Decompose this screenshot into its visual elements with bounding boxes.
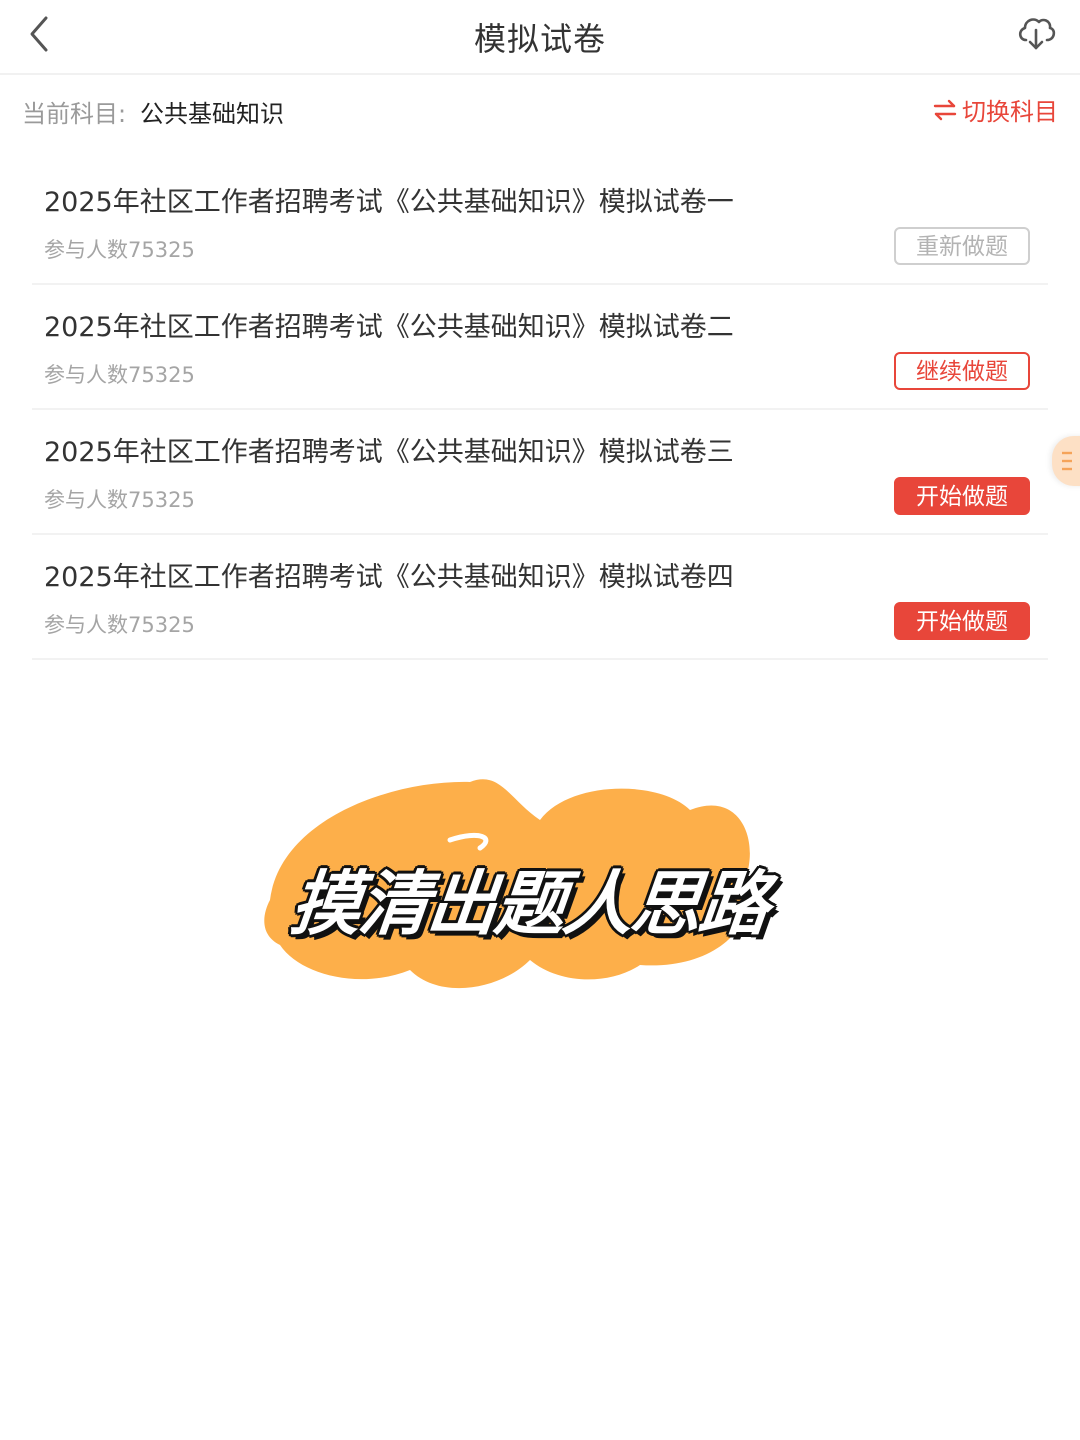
exam-title[interactable]: 2025年社区工作者招聘考试《公共基础知识》模拟试卷二 — [44, 305, 734, 344]
exam-title[interactable]: 2025年社区工作者招聘考试《公共基础知识》模拟试卷四 — [44, 555, 734, 594]
exam-title[interactable]: 2025年社区工作者招聘考试《公共基础知识》模拟试卷一 — [44, 180, 734, 219]
page-title: 模拟试卷 — [473, 20, 606, 58]
exam-title[interactable]: 2025年社区工作者招聘考试《公共基础知识》模拟试卷三 — [44, 430, 734, 469]
participant-count: 参与人数75325 — [44, 363, 195, 387]
participant-count: 参与人数75325 — [44, 613, 195, 637]
page: 模拟试卷 当前科目: 公共基础知识 切换科目 2025年社区工作者招聘考试《公共… — [0, 0, 1080, 1440]
continue-button[interactable]: 继续做题 — [894, 352, 1030, 390]
floating-side-tab[interactable] — [1052, 436, 1080, 486]
top-navbar: 模拟试卷 — [0, 0, 1080, 75]
exam-list: 2025年社区工作者招聘考试《公共基础知识》模拟试卷一 参与人数75325 重新… — [32, 160, 1048, 660]
switch-subject-label: 切换科目 — [962, 98, 1058, 126]
cloud-download-icon — [1018, 18, 1056, 50]
subject-label: 当前科目: — [22, 100, 127, 128]
participant-count: 参与人数75325 — [44, 238, 195, 262]
caption-overlay: 摸清出题人思路 — [240, 760, 820, 1010]
exam-item[interactable]: 2025年社区工作者招聘考试《公共基础知识》模拟试卷一 参与人数75325 重新… — [32, 160, 1048, 285]
start-button[interactable]: 开始做题 — [894, 477, 1030, 515]
exam-item[interactable]: 2025年社区工作者招聘考试《公共基础知识》模拟试卷四 参与人数75325 开始… — [32, 535, 1048, 660]
caption-text: 摸清出题人思路 — [287, 863, 772, 945]
download-button[interactable] — [1014, 10, 1058, 54]
redo-button[interactable]: 重新做题 — [894, 227, 1030, 265]
swap-arrows-icon — [933, 99, 957, 120]
switch-subject-button[interactable]: 切换科目 — [932, 92, 1058, 127]
subject-bar: 当前科目: 公共基础知识 切换科目 — [0, 76, 1080, 142]
exam-item[interactable]: 2025年社区工作者招聘考试《公共基础知识》模拟试卷三 参与人数75325 开始… — [32, 410, 1048, 535]
menu-lines-icon — [1062, 451, 1072, 471]
participant-count: 参与人数75325 — [44, 488, 195, 512]
current-subject: 公共基础知识 — [140, 100, 284, 128]
start-button[interactable]: 开始做题 — [894, 602, 1030, 640]
exam-item[interactable]: 2025年社区工作者招聘考试《公共基础知识》模拟试卷二 参与人数75325 继续… — [32, 285, 1048, 410]
